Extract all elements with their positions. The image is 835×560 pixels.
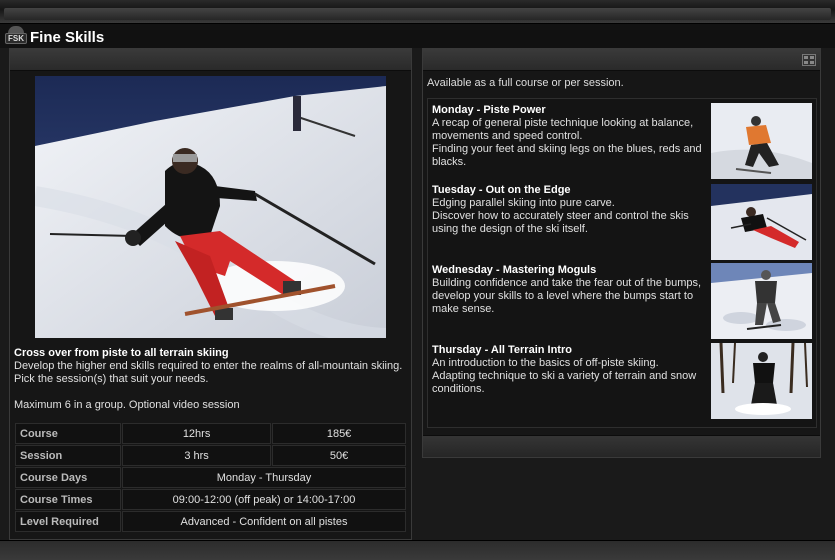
course-info-table: Course 12hrs 185€ Session 3 hrs 50€ Cour… [14, 422, 407, 533]
day-text: Discover how to accurately steer and con… [432, 210, 689, 235]
day-text: Adapting technique to ski a variety of t… [432, 370, 697, 395]
day-text: Building confidence and take the fear ou… [432, 277, 702, 315]
list-item: Thursday - All Terrain Intro An introduc… [432, 344, 712, 396]
list-item: Wednesday - Mastering Moguls Building co… [432, 264, 712, 316]
row-label: Course [15, 423, 121, 444]
row-label: Course Days [15, 467, 121, 488]
page-title: Fine Skills [30, 29, 105, 46]
panel-header [10, 49, 411, 71]
level-required: Advanced - Confident on all pistes [122, 511, 406, 532]
table-row: Course 12hrs 185€ [15, 423, 406, 444]
day-title: Thursday - All Terrain Intro [432, 344, 572, 356]
day-title: Tuesday - Out on the Edge [432, 184, 571, 196]
table-row: Session 3 hrs 50€ [15, 445, 406, 466]
title-bar: FSK Fine Skills [0, 24, 835, 48]
day-text: Finding your feet and skiing legs on the… [432, 143, 702, 168]
group-note: Maximum 6 in a group. Optional video ses… [14, 399, 240, 411]
panel-footer [423, 435, 820, 457]
list-item: Tuesday - Out on the Edge Edging paralle… [432, 184, 712, 236]
day-title: Wednesday - Mastering Moguls [432, 264, 597, 276]
availability-text: Available as a full course or per sessio… [427, 77, 624, 89]
monday-thumbnail [711, 103, 812, 179]
session-duration: 3 hrs [122, 445, 272, 466]
table-row: Course Times 09:00-12:00 (off peak) or 1… [15, 489, 406, 510]
bottom-bar [0, 540, 835, 560]
course-price: 185€ [272, 423, 406, 444]
sessions-panel: Available as a full course or per sessio… [422, 48, 821, 458]
session-price: 50€ [272, 445, 406, 466]
row-label: Session [15, 445, 121, 466]
intro-text: Develop the higher end skills required t… [14, 360, 403, 385]
tuesday-thumbnail [711, 184, 812, 260]
panel-header [423, 49, 820, 71]
row-label: Course Times [15, 489, 121, 510]
course-intro: Cross over from piste to all terrain ski… [14, 347, 408, 412]
table-row: Course Days Monday - Thursday [15, 467, 406, 488]
course-days: Monday - Thursday [122, 467, 406, 488]
intro-title: Cross over from piste to all terrain ski… [14, 347, 229, 359]
day-title: Monday - Piste Power [432, 104, 546, 116]
wednesday-thumbnail [711, 263, 812, 339]
course-overview-panel: Cross over from piste to all terrain ski… [9, 48, 412, 540]
gallery-icon[interactable] [802, 54, 816, 66]
top-bar [0, 0, 835, 24]
day-text: Edging parallel skiing into pure carve. [432, 197, 615, 209]
course-duration: 12hrs [122, 423, 272, 444]
session-list: Monday - Piste Power A recap of general … [427, 98, 817, 428]
day-text: An introduction to the basics of off-pis… [432, 357, 659, 369]
row-label: Level Required [15, 511, 121, 532]
thursday-thumbnail [711, 343, 812, 419]
fsk-logo-icon: FSK [5, 26, 27, 46]
hero-skier-image [35, 76, 386, 338]
day-text: A recap of general piste technique looki… [432, 117, 694, 142]
course-times: 09:00-12:00 (off peak) or 14:00-17:00 [122, 489, 406, 510]
table-row: Level Required Advanced - Confident on a… [15, 511, 406, 532]
list-item: Monday - Piste Power A recap of general … [432, 104, 712, 169]
logo-text: FSK [5, 33, 27, 44]
